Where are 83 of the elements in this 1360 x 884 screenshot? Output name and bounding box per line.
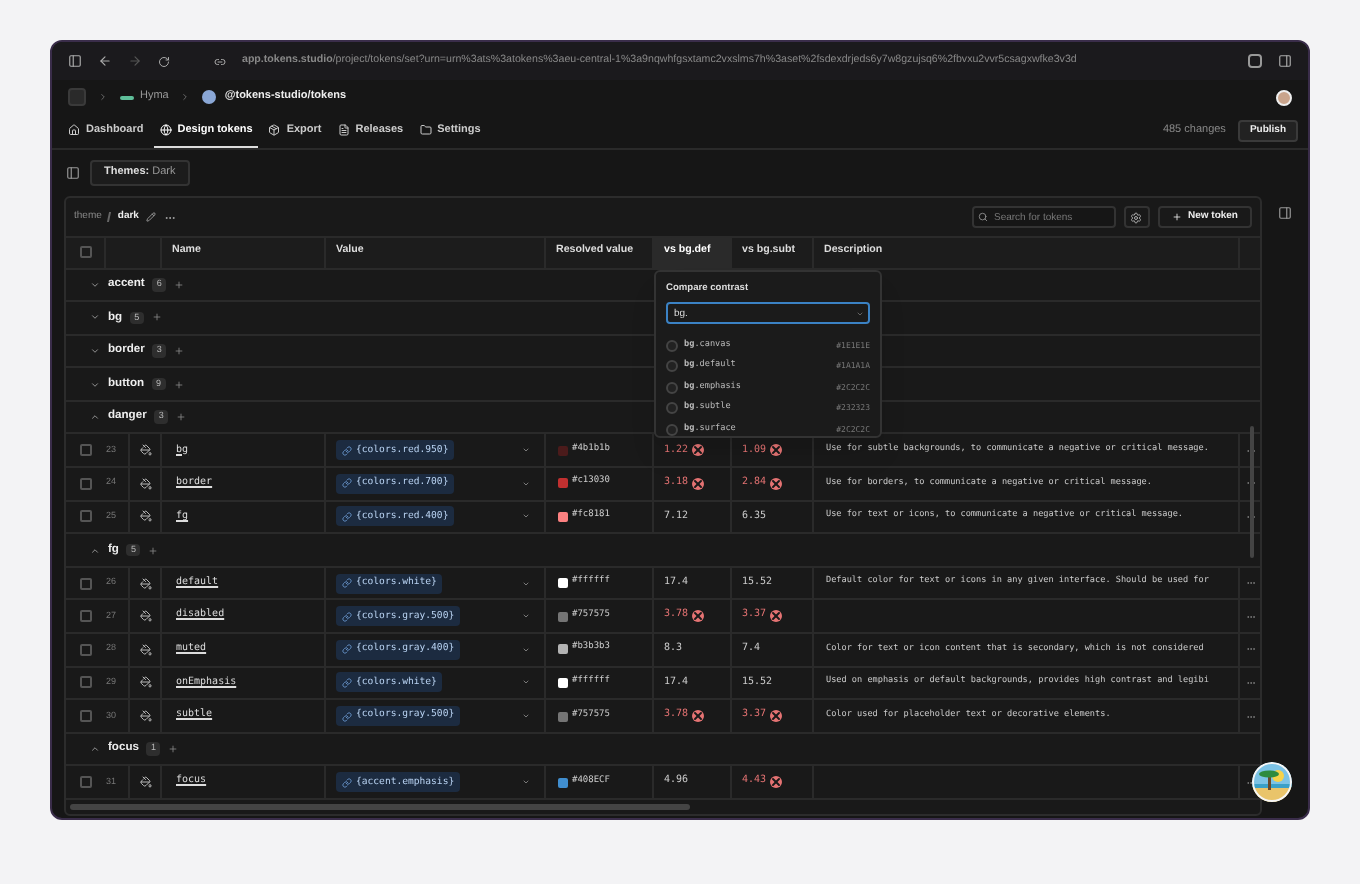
edit-icon[interactable] [146, 212, 157, 222]
chevron-icon [98, 92, 108, 102]
add-icon[interactable] [173, 379, 184, 390]
fail-icon [692, 610, 705, 623]
checkbox[interactable] [80, 510, 92, 523]
paint-bucket-icon [139, 776, 151, 789]
paint-bucket-icon [139, 676, 151, 689]
checkbox[interactable] [80, 676, 92, 689]
paint-bucket-icon [139, 444, 151, 457]
link-icon [342, 777, 352, 788]
globe-icon [159, 124, 172, 136]
fail-icon [770, 610, 783, 623]
paint-bucket-icon [139, 610, 151, 623]
paint-bucket-icon [139, 577, 151, 590]
radio-button[interactable] [666, 360, 678, 373]
checkbox[interactable] [79, 246, 91, 259]
add-icon[interactable] [151, 312, 162, 323]
checkbox[interactable] [80, 643, 92, 656]
add-icon[interactable] [148, 545, 158, 556]
expand-icon[interactable] [90, 279, 100, 290]
link-icon [342, 478, 352, 489]
add-icon[interactable] [175, 412, 186, 423]
horizontal-scrollbar[interactable] [70, 804, 690, 810]
checkbox[interactable] [80, 577, 92, 590]
link-icon [342, 578, 352, 589]
link-icon [214, 55, 226, 67]
expand-icon[interactable] [90, 379, 100, 390]
collapse-icon[interactable] [90, 744, 100, 755]
link-icon [342, 644, 352, 655]
fail-icon [692, 477, 705, 490]
user-avatar[interactable] [1276, 89, 1292, 105]
project-avatar [202, 90, 217, 104]
settings-icon [1130, 211, 1143, 223]
paint-bucket-icon [139, 710, 151, 723]
link-icon [342, 711, 352, 722]
right-panel-icon[interactable] [1278, 206, 1292, 220]
checkbox[interactable] [80, 444, 92, 457]
paint-bucket-icon [139, 643, 151, 656]
radio-button[interactable] [666, 339, 678, 352]
fail-icon [692, 444, 705, 457]
back-icon[interactable] [98, 54, 112, 68]
checkbox[interactable] [80, 710, 92, 723]
path-separator [102, 212, 111, 222]
radio-button[interactable] [666, 381, 678, 394]
checkbox[interactable] [80, 477, 92, 490]
split-view-icon[interactable] [1278, 54, 1292, 68]
home-icon [68, 124, 80, 136]
plus-icon [1171, 212, 1182, 222]
paint-bucket-icon [139, 477, 151, 490]
fail-icon [692, 710, 705, 723]
link-icon [342, 445, 352, 456]
package-icon [268, 124, 281, 136]
expand-icon[interactable] [90, 345, 100, 356]
radio-button[interactable] [666, 423, 678, 436]
link-icon [342, 677, 352, 688]
link-icon [342, 611, 352, 622]
logo-icon [120, 93, 134, 101]
paint-bucket-icon [139, 510, 151, 523]
add-icon[interactable] [173, 279, 184, 290]
chevron-icon [180, 92, 191, 102]
add-icon[interactable] [167, 744, 178, 755]
fail-icon [770, 776, 783, 789]
sidebar-toggle-icon[interactable] [66, 166, 80, 180]
settings-button[interactable] [1123, 206, 1150, 228]
forward-icon[interactable] [128, 54, 142, 68]
folder-icon [419, 124, 432, 136]
reload-icon[interactable] [158, 55, 170, 67]
fail-icon [770, 710, 783, 723]
vertical-scrollbar[interactable] [1250, 426, 1254, 558]
search-icon [977, 212, 988, 222]
document-icon [337, 124, 350, 136]
checkbox[interactable] [80, 610, 92, 623]
expand-icon[interactable] [90, 312, 100, 323]
checkbox[interactable] [80, 776, 92, 789]
extension-icon[interactable] [1248, 54, 1262, 68]
radio-button[interactable] [666, 402, 678, 415]
collapse-icon[interactable] [90, 545, 100, 556]
collapse-icon[interactable] [90, 412, 100, 423]
link-icon [342, 511, 352, 522]
sidebar-icon[interactable] [68, 54, 82, 68]
fail-icon [770, 477, 783, 490]
add-icon[interactable] [173, 345, 184, 356]
fail-icon [770, 444, 783, 457]
